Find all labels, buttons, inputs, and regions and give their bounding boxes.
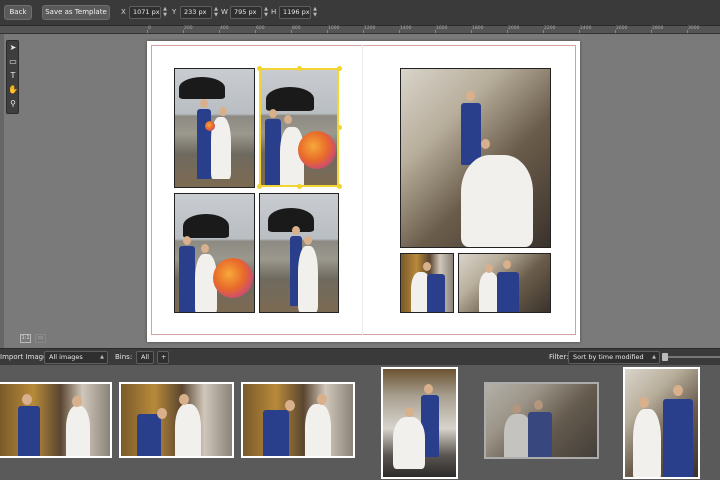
ruler-tick-label: 3000 (688, 26, 700, 31)
resize-handle-bottom[interactable] (297, 184, 302, 189)
ruler-tick-label: 2200 (544, 26, 556, 31)
image-source-value: All images (49, 353, 83, 361)
ruler-tick-label: 400 (220, 26, 229, 31)
arrow-pointer-icon[interactable]: ➤ (8, 43, 18, 53)
ruler-tick-mark (615, 30, 616, 33)
ruler-tick-label: 2400 (580, 26, 592, 31)
photo-frame-couple-closeup[interactable] (400, 253, 454, 313)
ruler-tick-mark (363, 30, 364, 33)
ruler-tick-label: 0 (148, 26, 151, 31)
x-stepper[interactable]: ▲ ▼ (162, 6, 168, 19)
ruler-tick-mark (147, 30, 148, 33)
ruler-tick-label: 200 (184, 26, 193, 31)
ruler-tick-mark (399, 30, 400, 33)
thumbnail-image[interactable] (119, 382, 234, 458)
image-source-select[interactable]: All images▲▼ (44, 351, 108, 371)
photo-frame-umbrella-couple-1[interactable] (174, 68, 255, 188)
sort-select[interactable]: Sort by time modified▲▼ (568, 351, 660, 371)
x-label: X (121, 8, 126, 16)
ruler-tick-label: 2800 (652, 26, 664, 31)
save-as-template-button[interactable]: Save as Template (42, 5, 110, 20)
w-input[interactable]: 795 px (230, 6, 262, 19)
ruler-tick-mark (183, 30, 184, 33)
filter-label: Filter: (549, 353, 569, 361)
ruler-tick-label: 1000 (328, 26, 340, 31)
photo-frame-umbrella-couple-3[interactable] (259, 193, 339, 313)
thumbnail-image[interactable] (623, 367, 700, 479)
ruler-tick-mark (507, 30, 508, 33)
spread-spine (362, 45, 363, 335)
add-bin-button[interactable]: + (157, 351, 169, 364)
thumbnail-image[interactable] (381, 367, 458, 479)
photo-frame-couple-embrace[interactable] (458, 253, 551, 313)
resize-handle-top-left[interactable] (257, 66, 262, 71)
ruler-tick-mark (219, 30, 220, 33)
ruler-tick-mark (543, 30, 544, 33)
photo-frame-umbrella-couple-2[interactable] (174, 193, 255, 313)
selection-frame[interactable] (259, 68, 339, 187)
tool-palette: ➤ ▭ T ✋ ⚲ (6, 40, 19, 114)
y-input[interactable]: 233 px (180, 6, 212, 19)
bins-label: Bins: (115, 353, 133, 361)
slider-knob[interactable] (662, 353, 668, 361)
resize-handle-right[interactable] (337, 125, 342, 130)
resize-handle-top-right[interactable] (337, 66, 342, 71)
ruler-tick-label: 2600 (616, 26, 628, 31)
resize-handle-bottom-left[interactable] (257, 184, 262, 189)
vertical-ruler (0, 34, 4, 348)
x-input[interactable]: 1071 px (129, 6, 161, 19)
ruler-tick-label: 2000 (508, 26, 520, 31)
resize-handle-top[interactable] (297, 66, 302, 71)
h-input[interactable]: 1196 px (279, 6, 311, 19)
ruler-tick-mark (435, 30, 436, 33)
photo-frame-staircase-couple[interactable] (400, 68, 551, 248)
ruler-tick-label: 1800 (472, 26, 484, 31)
ruler-tick-mark (471, 30, 472, 33)
resize-handle-bottom-right[interactable] (337, 184, 342, 189)
ruler-tick-mark (327, 30, 328, 33)
images-panel-bar: Import Images All images▲▼ Bins: All + F… (0, 348, 720, 371)
ruler-tick-label: 1600 (436, 26, 448, 31)
bins-select[interactable]: All (136, 351, 154, 364)
thumbnail-image[interactable] (484, 382, 599, 459)
text-tool-icon[interactable]: T (8, 71, 18, 81)
image-filmstrip (0, 365, 720, 480)
magnifier-icon[interactable]: ⚲ (8, 99, 18, 109)
h-label: H (271, 8, 277, 16)
sort-value: Sort by time modified (573, 353, 644, 361)
fit-page-icon[interactable]: ▭ (35, 334, 46, 343)
h-stepper[interactable]: ▲ ▼ (312, 6, 318, 19)
thumbnail-image[interactable] (241, 382, 355, 458)
back-button[interactable]: Back (4, 5, 32, 20)
ruler-tick-label: 1200 (364, 26, 376, 31)
top-toolbar: Back Save as Template X 1071 px ▲ ▼ Y 233… (0, 0, 720, 26)
ruler-tick-label: 800 (292, 26, 301, 31)
horizontal-ruler: 0 200 400 600 800 1000 1200 1400 1600 1800 2000 220… (0, 26, 720, 34)
ruler-tick-label: 1400 (400, 26, 412, 31)
actual-size-button[interactable]: 1:1 (20, 334, 31, 343)
ruler-tick-mark (579, 30, 580, 33)
ruler-tick-mark (687, 30, 688, 33)
ruler-tick-mark (255, 30, 256, 33)
w-stepper[interactable]: ▲ ▼ (263, 6, 269, 19)
ruler-tick-mark (651, 30, 652, 33)
rectangle-frame-icon[interactable]: ▭ (8, 57, 18, 67)
ruler-tick-label: 600 (256, 26, 265, 31)
thumbnail-image[interactable] (0, 382, 112, 458)
hand-icon[interactable]: ✋ (8, 85, 18, 95)
thumbnail-size-slider[interactable] (664, 356, 720, 358)
y-stepper[interactable]: ▲ ▼ (213, 6, 219, 19)
y-label: Y (172, 8, 177, 16)
ruler-tick-mark (291, 30, 292, 33)
w-label: W (221, 8, 228, 16)
